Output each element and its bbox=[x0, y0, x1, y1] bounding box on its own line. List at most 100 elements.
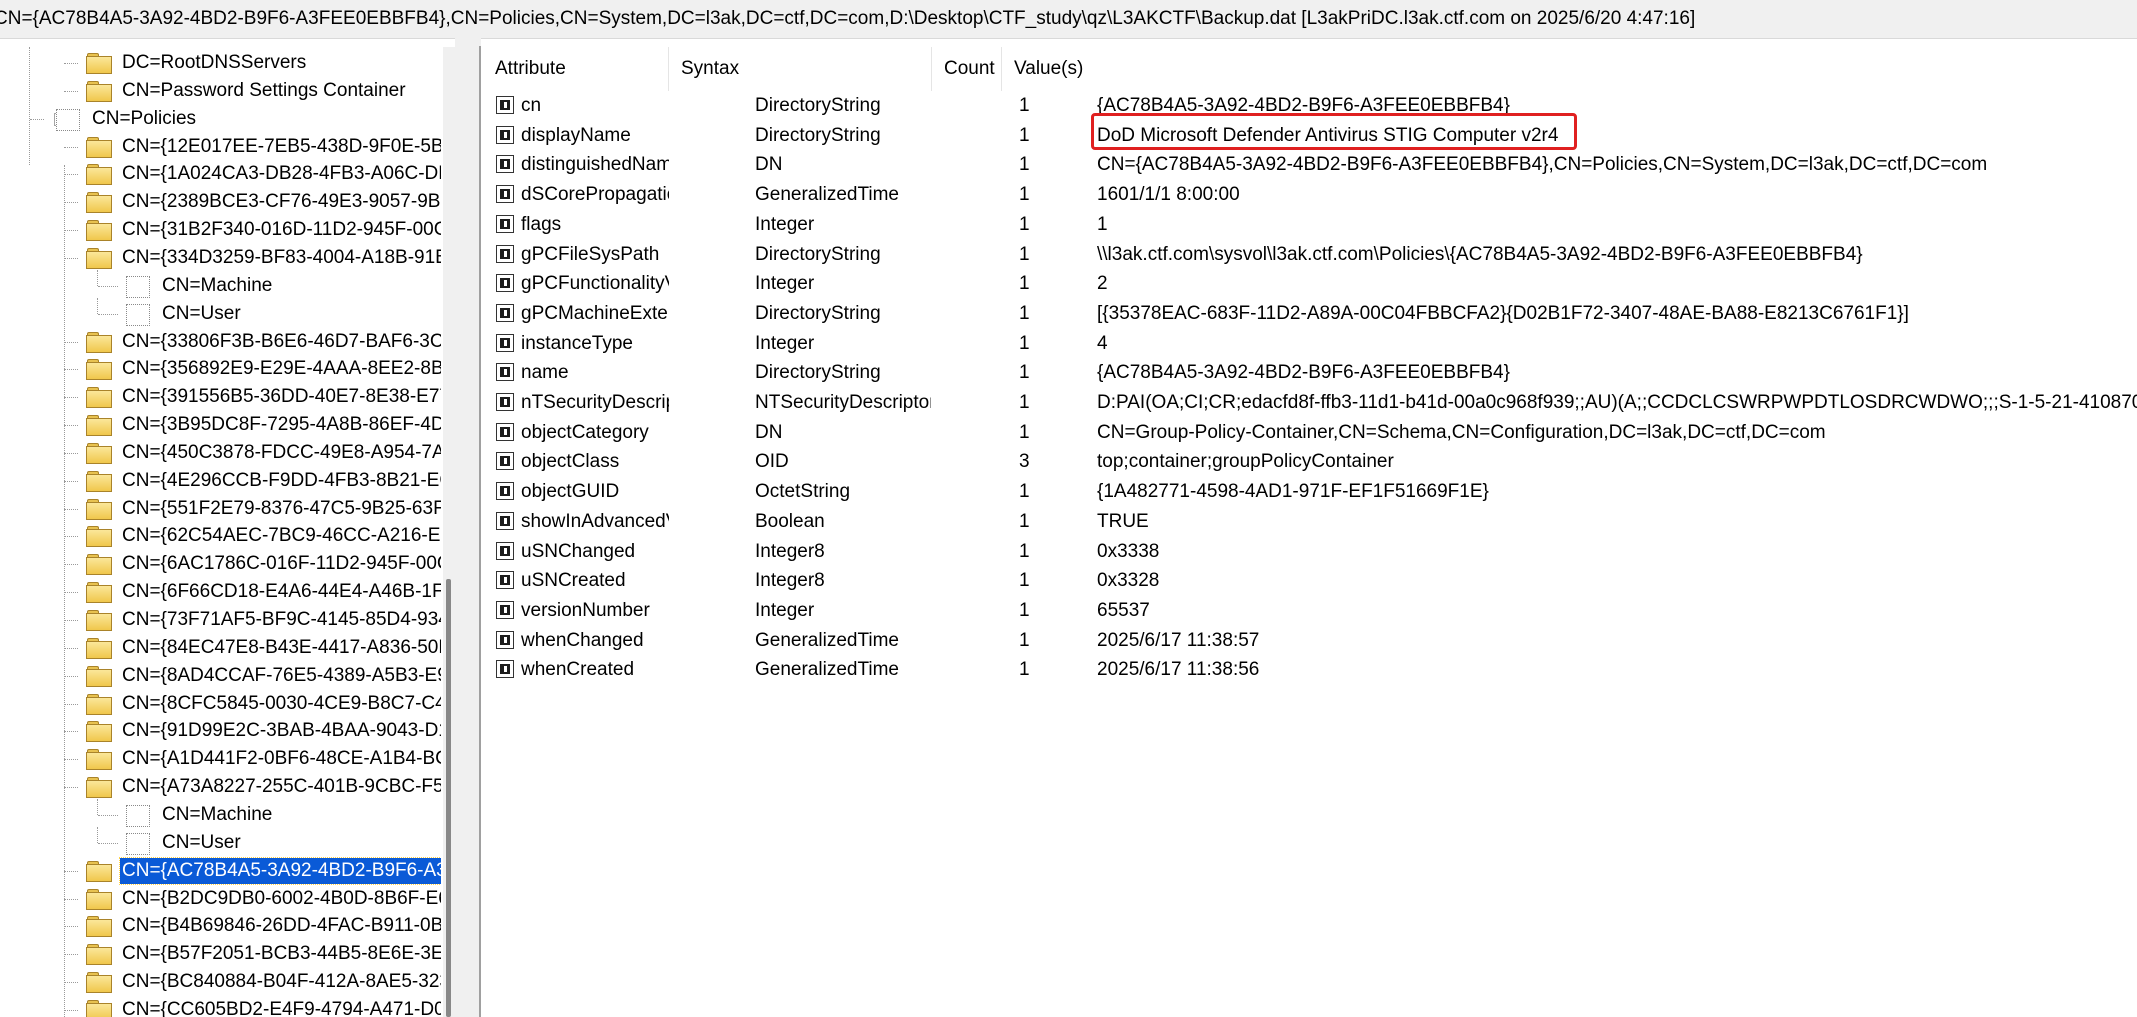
tree-item[interactable]: CN={73F71AF5-BF9C-4145-85D4-934 bbox=[0, 606, 441, 634]
tree-item[interactable]: CN={B2DC9DB0-6002-4B0D-8B6F-E6E bbox=[0, 885, 441, 913]
attribute-row[interactable]: whenChanged GeneralizedTime 1 2025/6/17 11:… bbox=[483, 626, 2137, 656]
tree-item[interactable]: CN={8CFC5845-0030-4CE9-B8C7-C4 bbox=[0, 690, 441, 718]
tree-item[interactable]: CN={6AC1786C-016F-11D2-945F-00C bbox=[0, 550, 441, 578]
attribute-row[interactable]: objectClass OID 3 top;container;groupPolicy… bbox=[483, 447, 2137, 477]
column-header-attribute[interactable]: Attribute bbox=[483, 47, 669, 91]
attribute-row[interactable]: gPCFunctionalityVersion Integer 1 2 bbox=[483, 269, 2137, 299]
tree-connector bbox=[64, 90, 78, 92]
attribute-name: objectClass bbox=[521, 451, 620, 473]
tree-item-label: CN={551F2E79-8376-47C5-9B25-63F bbox=[122, 497, 441, 519]
tree-item[interactable]: CN={A1D441F2-0BF6-48CE-A1B4-BC9 bbox=[0, 745, 441, 773]
attribute-syntax: GeneralizedTime bbox=[755, 184, 899, 206]
tree-item[interactable]: CN={334D3259-BF83-4004-A18B-91B bbox=[0, 244, 441, 272]
attribute-count: 1 bbox=[1019, 540, 1030, 562]
column-header-values[interactable]: Value(s) bbox=[1002, 47, 2137, 91]
tree-item[interactable]: CN=Policies bbox=[0, 105, 441, 133]
attribute-value: CN={AC78B4A5-3A92-4BD2-B9F6-A3FEE0EBBFB4… bbox=[1097, 154, 1988, 176]
tree-item[interactable]: CN={1A024CA3-DB28-4FB3-A06C-DF bbox=[0, 160, 441, 188]
folder-icon bbox=[86, 944, 112, 966]
tree-item[interactable]: CN={31B2F340-016D-11D2-945F-00C bbox=[0, 216, 441, 244]
tree-connector bbox=[64, 202, 78, 204]
tree-connector bbox=[64, 675, 78, 677]
tree-connector bbox=[98, 842, 118, 844]
tree-item[interactable]: CN=Machine bbox=[0, 269, 441, 300]
tree-vertical-scrollbar[interactable] bbox=[443, 47, 455, 1017]
tree-connector bbox=[64, 146, 78, 148]
tree-item[interactable]: CN=User bbox=[0, 297, 441, 328]
attribute-icon bbox=[496, 422, 514, 441]
attribute-row[interactable]: whenCreated GeneralizedTime 1 2025/6/17 11:… bbox=[483, 655, 2137, 685]
tree-item[interactable]: CN={2389BCE3-CF76-49E3-9057-9B0 bbox=[0, 188, 441, 216]
attribute-icon bbox=[496, 125, 514, 144]
attribute-value: TRUE bbox=[1097, 510, 1149, 532]
attribute-value: D:PAI(OA;CI;CR;edacfd8f-ffb3-11d1-b41d-0… bbox=[1097, 392, 2137, 413]
attribute-row[interactable]: name DirectoryString 1 {AC78B4A5-3A92-4BD2-… bbox=[483, 358, 2137, 388]
folder-body bbox=[86, 585, 112, 604]
tree-connector bbox=[64, 508, 78, 510]
folder-body bbox=[86, 724, 112, 743]
tree-item[interactable]: CN={62C54AEC-7BC9-46CC-A216-E5 bbox=[0, 522, 441, 550]
attribute-name: name bbox=[521, 362, 569, 384]
tree-item[interactable]: DC=RootDNSServers bbox=[0, 49, 441, 77]
attribute-value: 2025/6/17 11:38:57 bbox=[1097, 629, 1260, 651]
tree-item[interactable]: CN={4E296CCB-F9DD-4FB3-8B21-ECE bbox=[0, 467, 441, 495]
folder-body bbox=[86, 501, 112, 520]
attribute-row[interactable]: dSCorePropagationData GeneralizedTime 1 160… bbox=[483, 180, 2137, 210]
attribute-row[interactable]: showInAdvancedViewO... Boolean 1 TRUE bbox=[483, 507, 2137, 537]
attribute-icon bbox=[496, 333, 514, 352]
tree-item[interactable]: CN={450C3878-FDCC-49E8-A954-7A bbox=[0, 439, 441, 467]
attribute-row[interactable]: versionNumber Integer 1 65537 bbox=[483, 596, 2137, 626]
tree-item[interactable]: CN={BC840884-B04F-412A-8AE5-323 bbox=[0, 968, 441, 996]
attribute-value: \\l3ak.ctf.com\sysvol\l3ak.ctf.com\Polic… bbox=[1097, 243, 1863, 265]
tree-scrollbar-thumb[interactable] bbox=[446, 579, 451, 1017]
folder-body bbox=[86, 334, 112, 353]
attribute-row[interactable]: uSNChanged Integer8 1 0x3338 bbox=[483, 537, 2137, 567]
tree-item[interactable]: CN=User bbox=[0, 826, 441, 857]
folder-body bbox=[86, 56, 112, 74]
pane-splitter[interactable] bbox=[455, 38, 481, 1017]
attribute-list[interactable]: Attribute Syntax Count Value(s) cn Direct… bbox=[483, 47, 2137, 1017]
attribute-row[interactable]: uSNCreated Integer8 1 0x3328 bbox=[483, 566, 2137, 596]
tree-connector bbox=[64, 564, 78, 566]
tree-item-label: CN={334D3259-BF83-4004-A18B-91B bbox=[122, 246, 441, 268]
folder-body bbox=[86, 557, 112, 576]
attribute-row[interactable]: gPCFileSysPath DirectoryString 1 \\l3ak.ctf… bbox=[483, 240, 2137, 270]
folder-body bbox=[86, 390, 112, 409]
attribute-row[interactable]: nTSecurityDescriptor NTSecurityDescriptor… bbox=[483, 388, 2137, 418]
object-tree[interactable]: DC=RootDNSServers CN=Password Settings Co… bbox=[0, 47, 455, 1017]
tree-item[interactable]: CN={6F66CD18-E4A6-44E4-A46B-1F7 bbox=[0, 578, 441, 606]
column-header-count[interactable]: Count bbox=[932, 47, 1002, 91]
attribute-syntax: Integer bbox=[755, 273, 815, 295]
tree-item[interactable]: CN={356892E9-E29E-4AAA-8EE2-8B6 bbox=[0, 355, 441, 383]
tree-item[interactable]: CN={B4B69846-26DD-4FAC-B911-0B4 bbox=[0, 912, 441, 940]
tree-item-label: CN={4E296CCB-F9DD-4FB3-8B21-ECE bbox=[122, 469, 441, 491]
attribute-syntax: DirectoryString bbox=[755, 302, 881, 324]
tree-item[interactable]: CN={33806F3B-B6E6-46D7-BAF6-3CD bbox=[0, 328, 441, 356]
tree-item[interactable]: CN={84EC47E8-B43E-4417-A836-50E bbox=[0, 634, 441, 662]
folder-icon bbox=[86, 470, 112, 492]
attribute-row[interactable]: distinguishedName DN 1 CN={AC78B4A5-3A92-4B… bbox=[483, 150, 2137, 180]
attribute-syntax: Boolean bbox=[755, 510, 825, 532]
tree-item[interactable]: CN={91D99E2C-3BAB-4BAA-9043-D1I bbox=[0, 717, 441, 745]
tree-item[interactable]: CN=Machine bbox=[0, 798, 441, 829]
tree-item[interactable]: CN=Password Settings Container bbox=[0, 77, 441, 105]
attribute-row[interactable]: objectGUID OctetString 1 {1A482771-4598-4AD… bbox=[483, 477, 2137, 507]
tree-item[interactable]: CN={B57F2051-BCB3-44B5-8E6E-3EA bbox=[0, 940, 441, 968]
folder-icon bbox=[86, 777, 112, 799]
tree-connector bbox=[64, 870, 78, 872]
tree-item[interactable]: CN={3B95DC8F-7295-4A8B-86EF-4D3 bbox=[0, 411, 441, 439]
attribute-row[interactable]: flags Integer 1 1 bbox=[483, 210, 2137, 240]
tree-item[interactable]: CN={A73A8227-255C-401B-9CBC-F58 bbox=[0, 773, 441, 801]
tree-item[interactable]: CN={CC605BD2-E4F9-4794-A471-D0 bbox=[0, 996, 441, 1017]
column-header-syntax[interactable]: Syntax bbox=[669, 47, 932, 91]
attribute-row[interactable]: objectCategory DN 1 CN=Group-Policy-Contain… bbox=[483, 418, 2137, 448]
tree-item[interactable]: CN={551F2E79-8376-47C5-9B25-63F bbox=[0, 495, 441, 523]
folder-body bbox=[86, 250, 112, 269]
tree-item[interactable]: CN={AC78B4A5-3A92-4BD2-B9F6-A3 bbox=[0, 856, 441, 885]
tree-item[interactable]: CN={8AD4CCAF-76E5-4389-A5B3-E9I bbox=[0, 662, 441, 690]
attribute-row[interactable]: gPCMachineExtensionN... DirectoryString 1 [… bbox=[483, 299, 2137, 329]
attribute-value: 4 bbox=[1097, 332, 1108, 354]
attribute-row[interactable]: instanceType Integer 1 4 bbox=[483, 329, 2137, 359]
tree-item[interactable]: CN={12E017EE-7EB5-438D-9F0E-5B3 bbox=[0, 133, 441, 161]
tree-item[interactable]: CN={391556B5-36DD-40E7-8E38-E77 bbox=[0, 383, 441, 411]
